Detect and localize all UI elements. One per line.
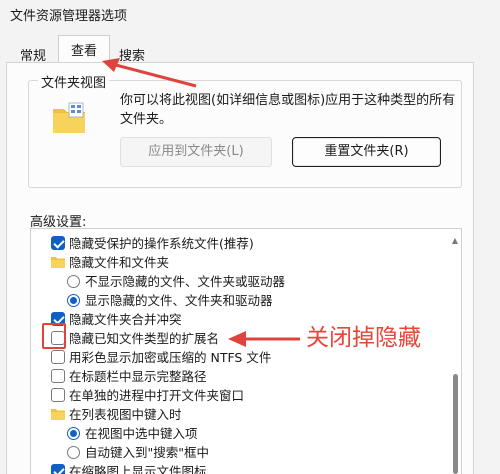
annotation-text: 关闭掉隐藏 xyxy=(306,325,421,351)
list-item-label: 显示隐藏的文件、文件夹和驱动器 xyxy=(85,293,273,308)
list-item-label: 在单独的进程中打开文件夹窗口 xyxy=(69,388,245,403)
scroll-thumb[interactable] xyxy=(453,374,458,474)
list-item[interactable]: 自动键入到"搜索"框中 xyxy=(31,443,451,462)
list-item: 隐藏文件和文件夹 xyxy=(31,253,451,272)
list-item[interactable]: 在缩略图上显示文件图标 xyxy=(31,462,451,474)
list-item[interactable]: 在单独的进程中打开文件夹窗口 xyxy=(31,386,451,405)
folder-view-description-line2: 文件夹。 xyxy=(120,112,173,127)
list-item-label: 不显示隐藏的文件、文件夹或驱动器 xyxy=(85,274,286,289)
checkbox[interactable] xyxy=(51,369,65,383)
folder-view-title: 文件夹视图 xyxy=(38,72,110,91)
list-item-label: 在缩略图上显示文件图标 xyxy=(69,464,207,474)
folder-view-description-line1: 你可以将此视图(如详细信息或图标)应用于这种类型的所有 xyxy=(120,93,456,108)
list-item[interactable]: 显示隐藏的文件、文件夹和驱动器 xyxy=(31,291,451,310)
list-item-label: 在视图中选中键入项 xyxy=(85,426,198,441)
window-title: 文件资源管理器选项 xyxy=(10,9,128,24)
list-item-label: 隐藏已知文件类型的扩展名 xyxy=(69,331,220,346)
list-item[interactable]: 在标题栏中显示完整路径 xyxy=(31,367,451,386)
list-item-label: 隐藏受保护的操作系统文件(推荐) xyxy=(69,236,254,251)
tab-strip: 常规 查看 搜索 xyxy=(0,35,500,64)
list-item-label: 在列表视图中键入时 xyxy=(69,407,182,422)
list-item[interactable]: 隐藏受保护的操作系统文件(推荐) xyxy=(31,234,451,253)
list-item-label: 隐藏文件夹合并冲突 xyxy=(69,312,182,327)
folder-view-icon xyxy=(53,102,85,133)
checkbox[interactable] xyxy=(51,236,65,250)
folder-icon xyxy=(51,409,65,420)
folder-icon xyxy=(51,257,65,268)
list-item-label: 自动键入到"搜索"框中 xyxy=(85,445,209,460)
list-item: 在列表视图中键入时 xyxy=(31,405,451,424)
list-scrollbar[interactable]: ▲ xyxy=(450,236,460,474)
list-item-label: 用彩色显示加密或压缩的 NTFS 文件 xyxy=(69,350,272,365)
list-item-label: 在标题栏中显示完整路径 xyxy=(69,369,207,384)
radio-button[interactable] xyxy=(67,446,80,459)
tab-view[interactable]: 查看 xyxy=(58,35,110,63)
radio-button[interactable] xyxy=(67,427,80,440)
scroll-up-icon[interactable]: ▲ xyxy=(450,236,460,246)
highlight-box xyxy=(42,323,66,349)
apply-to-folders-button[interactable]: 应用到文件夹(L) xyxy=(120,137,272,167)
list-item[interactable]: 不显示隐藏的文件、文件夹或驱动器 xyxy=(31,272,451,291)
list-item-label: 隐藏文件和文件夹 xyxy=(69,255,170,270)
reset-folders-button[interactable]: 重置文件夹(R) xyxy=(292,137,441,167)
checkbox[interactable] xyxy=(51,464,65,474)
title-bar: 文件资源管理器选项 xyxy=(0,0,500,28)
list-item[interactable]: 在视图中选中键入项 xyxy=(31,424,451,443)
checkbox[interactable] xyxy=(51,388,65,402)
checkbox[interactable] xyxy=(51,350,65,364)
folder-view-description: 你可以将此视图(如详细信息或图标)应用于这种类型的所有 文件夹。 xyxy=(120,91,460,129)
radio-button[interactable] xyxy=(67,294,80,307)
radio-button[interactable] xyxy=(67,275,80,288)
